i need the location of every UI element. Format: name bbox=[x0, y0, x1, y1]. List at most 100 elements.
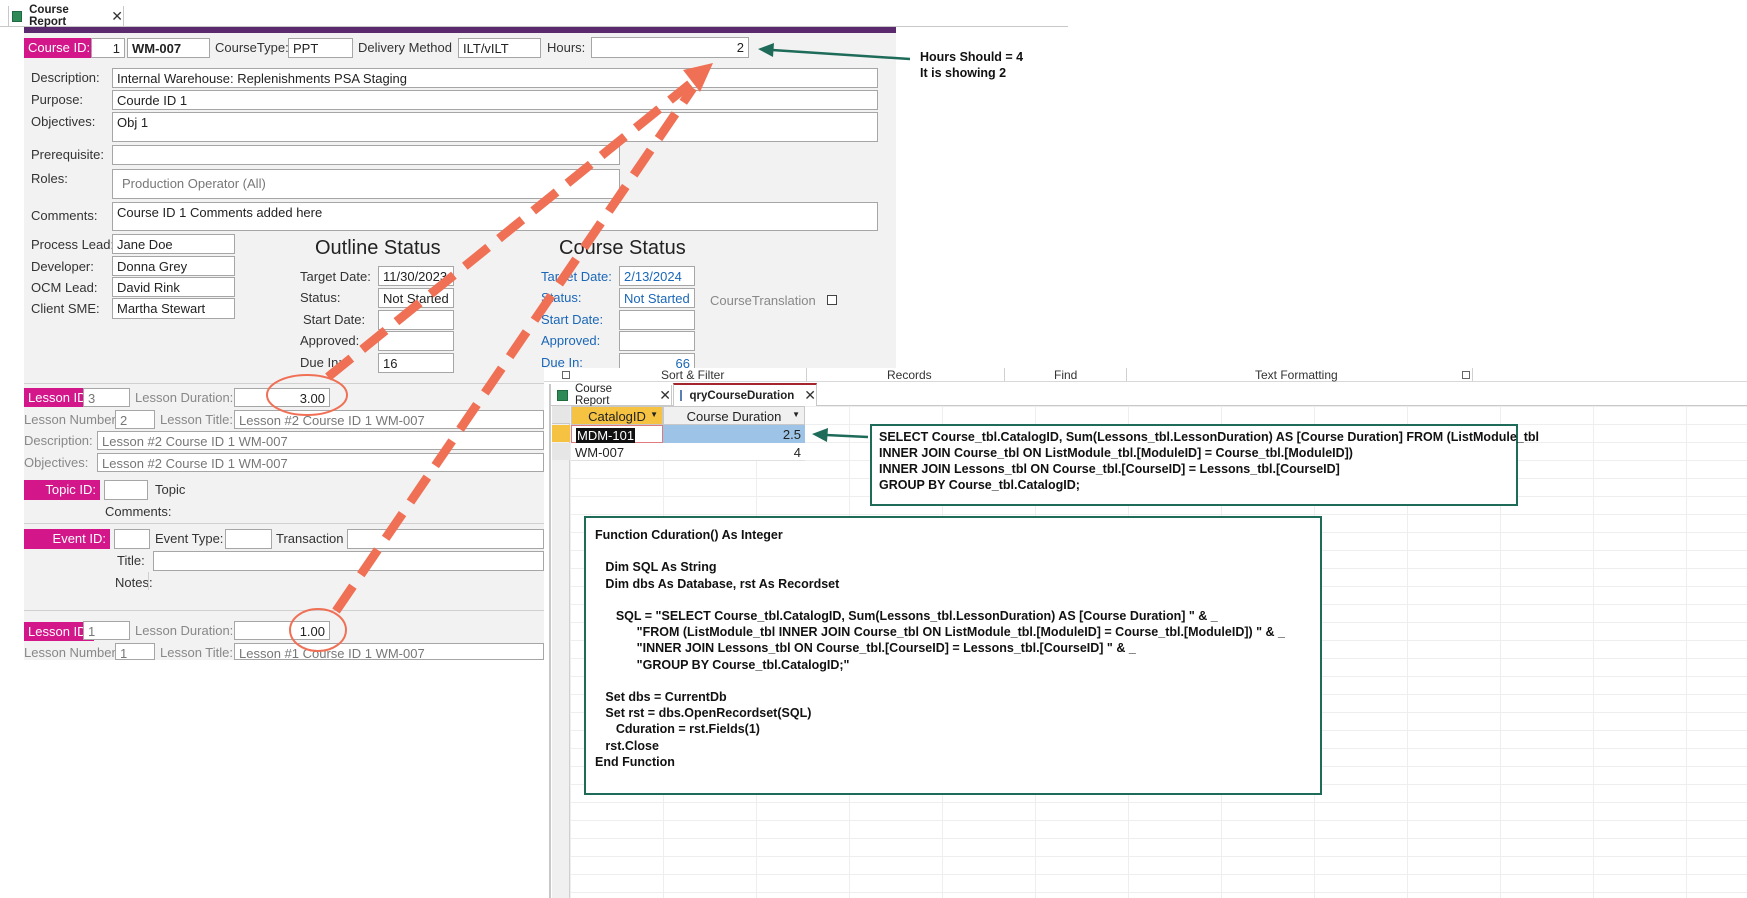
select-all-corner[interactable] bbox=[552, 406, 570, 424]
ocm-lead-field[interactable]: David Rink bbox=[112, 277, 235, 297]
prerequisite-label: Prerequisite: bbox=[31, 147, 104, 162]
course-type-label: CourseType: bbox=[215, 40, 289, 55]
comments-field[interactable]: Course ID 1 Comments added here bbox=[112, 202, 878, 231]
comments-label: Comments: bbox=[31, 208, 98, 223]
dropdown-arrow-icon[interactable]: ▼ bbox=[792, 410, 800, 419]
purpose-field[interactable]: Courde ID 1 bbox=[112, 90, 878, 110]
description-field[interactable]: Internal Warehouse: Replenishments PSA S… bbox=[112, 68, 878, 88]
event-title-field[interactable] bbox=[153, 551, 544, 571]
outline-target-label: Target Date: bbox=[300, 269, 371, 284]
lesson-description-label: Description: bbox=[24, 433, 93, 448]
process-lead-label: Process Lead: bbox=[31, 237, 115, 252]
course-type-field[interactable]: PPT bbox=[288, 38, 353, 58]
table-row-cell-catalogid[interactable]: WM-007 bbox=[571, 443, 663, 461]
lesson2-id-field[interactable]: 1 bbox=[83, 621, 130, 640]
event-notes-divider bbox=[148, 572, 149, 590]
course-code-field[interactable]: WM-007 bbox=[127, 38, 210, 58]
client-sme-field[interactable]: Martha Stewart bbox=[112, 298, 235, 319]
close-icon[interactable]: ✕ bbox=[804, 387, 816, 404]
course-status-label: Status: bbox=[541, 290, 582, 305]
dialog-launcher-icon[interactable] bbox=[1462, 371, 1470, 379]
column-header-label: Course Duration bbox=[686, 409, 782, 424]
prerequisite-field[interactable] bbox=[112, 145, 620, 165]
row-selector[interactable] bbox=[552, 443, 570, 460]
outline-status-title: Outline Status bbox=[315, 237, 441, 259]
hours-field[interactable]: 2 bbox=[591, 37, 749, 58]
outline-start-field[interactable] bbox=[378, 310, 454, 330]
process-lead-field[interactable]: Jane Doe bbox=[112, 234, 235, 254]
lesson-number-label: Lesson Number: bbox=[24, 412, 120, 427]
ribbon-separator bbox=[1126, 368, 1127, 381]
tab-qry-course-duration[interactable]: qryCourseDuration ✕ bbox=[673, 383, 817, 406]
lesson2-number-field[interactable]: 1 bbox=[115, 643, 155, 660]
column-header-label: CatalogID bbox=[588, 409, 646, 424]
lesson-number-field[interactable]: 2 bbox=[115, 410, 155, 429]
table-row-cell-duration[interactable]: 2.5 bbox=[663, 425, 805, 443]
developer-field[interactable]: Donna Grey bbox=[112, 256, 235, 276]
delivery-method-field[interactable]: ILT/vILT bbox=[458, 38, 541, 58]
course-start-field[interactable] bbox=[619, 310, 695, 330]
lesson-title-field[interactable]: Lesson #2 Course ID 1 WM-007 bbox=[234, 410, 544, 429]
lesson-duration-field[interactable]: 3.00 bbox=[234, 388, 330, 407]
hours-label: Hours: bbox=[547, 40, 586, 55]
outline-due-field[interactable]: 16 bbox=[378, 353, 454, 373]
ribbon-group-find: Find bbox=[1054, 368, 1078, 382]
table-row-cell-duration[interactable]: 4 bbox=[663, 443, 805, 461]
table-row-cell-catalogid[interactable]: MDM-101 bbox=[571, 425, 663, 443]
lesson-title-label: Lesson Title: bbox=[160, 412, 233, 427]
lesson-duration-label: Lesson Duration: bbox=[135, 390, 234, 405]
column-header-course-duration[interactable]: Course Duration ▼ bbox=[663, 406, 805, 425]
event-type-field[interactable] bbox=[225, 529, 272, 549]
lesson2-title-field[interactable]: Lesson #1 Course ID 1 WM-007 bbox=[234, 643, 544, 660]
developer-label: Developer: bbox=[31, 259, 94, 274]
column-header-catalogid[interactable]: CatalogID ▼ bbox=[571, 406, 663, 425]
outline-start-label: Start Date: bbox=[303, 312, 366, 327]
course-approved-label: Approved: bbox=[541, 333, 601, 348]
lesson-objectives-field[interactable]: Lesson #2 Course ID 1 WM-007 bbox=[97, 453, 544, 472]
row-selector-column bbox=[552, 406, 570, 898]
sql-line: GROUP BY Course_tbl.CatalogID; bbox=[879, 478, 1080, 492]
lesson2-duration-field[interactable]: 1.00 bbox=[234, 621, 330, 640]
delivery-method-label: Delivery Method bbox=[358, 40, 452, 55]
event-id-field[interactable] bbox=[114, 529, 150, 549]
tab-label: qryCourseDuration bbox=[689, 389, 795, 402]
transaction-field[interactable] bbox=[347, 529, 544, 549]
outline-approved-field[interactable] bbox=[378, 331, 454, 351]
report-icon bbox=[12, 10, 23, 22]
ocm-lead-label: OCM Lead: bbox=[31, 280, 98, 295]
dropdown-arrow-icon[interactable]: ▼ bbox=[650, 410, 658, 419]
client-sme-label: Client SME: bbox=[31, 301, 100, 316]
roles-label: Roles: bbox=[31, 171, 68, 186]
outline-due-label: Due In: bbox=[300, 355, 342, 370]
lesson-description-field[interactable]: Lesson #2 Course ID 1 WM-007 bbox=[97, 431, 544, 450]
outline-status-label: Status: bbox=[300, 290, 341, 305]
tab-course-report[interactable]: Course Report ✕ bbox=[8, 4, 124, 28]
roles-field[interactable]: Production Operator (All) bbox=[112, 169, 620, 199]
close-icon[interactable]: ✕ bbox=[659, 387, 671, 404]
tab-course-report[interactable]: Course Report ✕ bbox=[554, 383, 672, 407]
sql-line: INNER JOIN Lessons_tbl ON Course_tbl.[Co… bbox=[879, 462, 1340, 476]
course-translation-checkbox[interactable] bbox=[827, 295, 837, 305]
objectives-field[interactable]: Obj 1 bbox=[112, 112, 878, 142]
course-id-field[interactable]: 1 bbox=[91, 38, 125, 58]
course-target-field[interactable]: 2/13/2024 bbox=[619, 266, 695, 286]
row-selector-current[interactable] bbox=[552, 425, 570, 442]
sql-line: INNER JOIN Course_tbl ON ListModule_tbl.… bbox=[879, 446, 1353, 460]
close-icon[interactable]: ✕ bbox=[111, 8, 123, 25]
outline-status-field[interactable]: Not Started bbox=[378, 288, 454, 308]
lesson-id-field[interactable]: 3 bbox=[83, 388, 130, 407]
course-status-field[interactable]: Not Started bbox=[619, 288, 695, 308]
ribbon-separator bbox=[806, 368, 807, 381]
report-tab-bar bbox=[0, 5, 1068, 27]
window-left-edge bbox=[549, 384, 551, 898]
ribbon-group-text-formatting: Text Formatting bbox=[1255, 368, 1338, 382]
dialog-launcher-icon[interactable] bbox=[562, 371, 570, 379]
outline-target-field[interactable]: 11/30/2023 bbox=[378, 266, 454, 286]
course-due-field[interactable]: 66 bbox=[619, 353, 695, 369]
ribbon-separator bbox=[1472, 368, 1473, 381]
ribbon-group-sort-filter: Sort & Filter bbox=[661, 368, 725, 382]
lesson2-number-label: Lesson Number: bbox=[24, 645, 120, 660]
topic-id-field[interactable] bbox=[104, 480, 148, 500]
course-approved-field[interactable] bbox=[619, 331, 695, 351]
event-title-label: Title: bbox=[117, 553, 145, 568]
